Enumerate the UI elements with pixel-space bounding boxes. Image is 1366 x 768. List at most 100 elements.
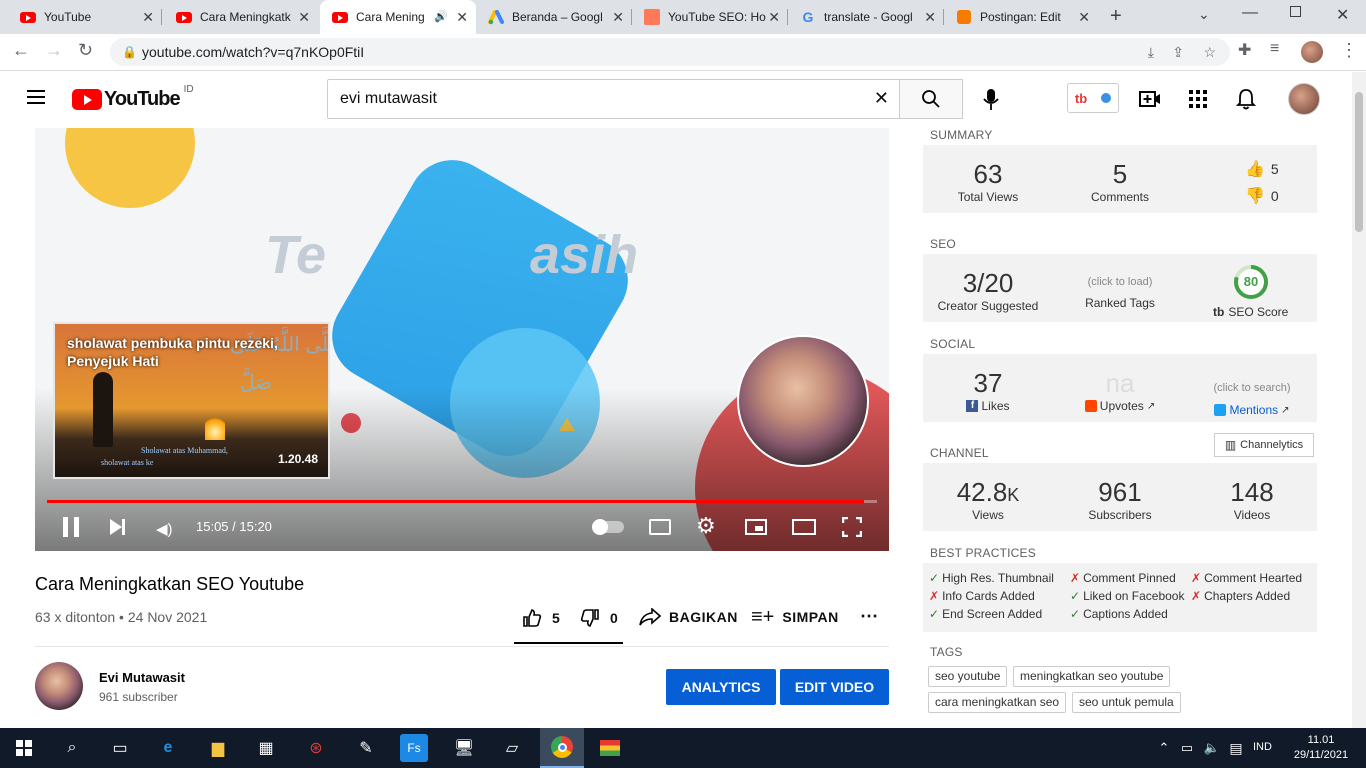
best-practice-label: Comment Pinned [1083, 571, 1176, 585]
minimize-icon[interactable]: — [1242, 4, 1258, 22]
browser-tab-translate[interactable]: G translate - Googl ✕ [788, 0, 944, 34]
account-avatar[interactable] [1288, 83, 1320, 115]
youtube-logo[interactable]: YouTube ID [72, 84, 194, 111]
reload-icon[interactable]: ↻ [78, 40, 93, 61]
app-icon-paint[interactable]: ✎ [352, 734, 380, 762]
close-tab-icon[interactable]: ✕ [768, 9, 780, 26]
page-scrollbar[interactable] [1352, 72, 1366, 728]
tab-search-icon[interactable]: ⌄ [1198, 6, 1210, 23]
autoplay-toggle[interactable] [592, 519, 624, 535]
browser-tab-blogger[interactable]: Postingan: Edit ✕ [944, 0, 1098, 34]
close-window-icon[interactable]: ✕ [1336, 5, 1349, 25]
tubebuddy-button[interactable]: tb [1067, 83, 1119, 113]
message-icon[interactable]: ▤ [1222, 734, 1250, 762]
settings-gear-icon[interactable]: ⚙ [696, 513, 716, 539]
check-icon: ✓ [929, 607, 940, 621]
clock[interactable]: 11.01 29/11/2021 [1290, 733, 1352, 763]
tag-chip[interactable]: cara meningkatkan seo [928, 692, 1067, 713]
voice-search-button[interactable] [975, 84, 1007, 116]
mentions-hint[interactable]: (click to search) [1187, 382, 1317, 394]
progress-bar[interactable] [47, 500, 877, 503]
mentions-label[interactable]: Mentions [1229, 403, 1278, 417]
total-views-value: 63 [973, 159, 1003, 189]
upvotes-stat[interactable]: na Upvotes ↗ [1055, 368, 1185, 413]
channel-avatar[interactable] [35, 662, 83, 710]
close-tab-icon[interactable]: ✕ [612, 9, 624, 26]
create-video-icon[interactable] [1139, 90, 1161, 108]
fullscreen-icon[interactable] [841, 516, 863, 538]
app-icon-stack[interactable] [596, 734, 624, 762]
app-icon-monitor[interactable]: 🖥 [450, 734, 478, 762]
close-tab-icon[interactable]: ✕ [924, 9, 936, 26]
browser-tab-cara-meningkatkan[interactable]: Cara Meningkatk ✕ [164, 0, 318, 34]
analytics-button[interactable]: ANALYTICS [666, 669, 776, 705]
close-tab-icon[interactable]: ✕ [1078, 9, 1090, 26]
app-icon-fs[interactable]: Fs [400, 734, 428, 762]
channelytics-button[interactable]: ▥ Channelytics [1214, 433, 1314, 457]
forward-icon[interactable]: → [45, 40, 63, 61]
maximize-icon[interactable] [1290, 6, 1301, 17]
browser-tab-youtube[interactable]: YouTube ✕ [8, 0, 162, 34]
profile-avatar[interactable] [1301, 41, 1323, 63]
file-explorer-icon[interactable]: ▆ [204, 734, 232, 762]
browser-tab-google-ads[interactable]: Beranda – Googl ✕ [476, 0, 632, 34]
share-arrow-icon [639, 608, 661, 626]
notifications-bell-icon[interactable] [1236, 88, 1256, 110]
more-actions-icon[interactable]: ⋯ [860, 606, 878, 627]
network-icon[interactable]: ▭ [1173, 734, 1201, 762]
install-icon[interactable]: ⤓ [1148, 38, 1154, 66]
end-screen-video-card[interactable]: صَلَّى اللَّهُ عَلَى صَلَّ sholawat pemb… [53, 322, 330, 479]
chrome-menu-icon[interactable]: ⋮ [1340, 40, 1358, 61]
scrollbar-thumb[interactable] [1355, 92, 1363, 232]
video-player[interactable]: Te asih صَلَّى اللَّهُ عَلَى صَلَّ shola… [35, 128, 889, 551]
clear-search-icon[interactable]: ✕ [874, 88, 889, 109]
back-icon[interactable]: ← [12, 40, 30, 61]
speaker-icon[interactable]: 🔊 [434, 10, 448, 23]
next-button[interactable] [110, 519, 125, 535]
end-screen-channel-avatar[interactable] [737, 335, 869, 467]
pause-button[interactable] [63, 517, 79, 537]
apps-grid-icon[interactable] [1189, 90, 1207, 108]
dislike-button[interactable]: 0 [580, 608, 618, 628]
close-tab-icon[interactable]: ✕ [142, 9, 154, 26]
search-box[interactable]: evi mutawasit ✕ [327, 79, 900, 119]
subtitles-icon[interactable] [649, 519, 671, 535]
share-icon[interactable]: ⇪ [1172, 38, 1184, 66]
store-icon[interactable]: ▦ [252, 734, 280, 762]
ranked-tags-stat[interactable]: (click to load) Ranked Tags [1055, 276, 1185, 310]
mentions-stat[interactable]: (click to search) Mentions ↗ [1187, 382, 1317, 417]
extensions-icon[interactable]: ✚ [1238, 40, 1251, 60]
save-button[interactable]: ≡+ SIMPAN [751, 607, 839, 627]
search-input[interactable]: evi mutawasit [340, 90, 437, 108]
media-control-icon[interactable]: ≡ [1270, 40, 1279, 58]
tag-chip[interactable]: meningkatkan seo youtube [1013, 666, 1171, 687]
chrome-taskbar-icon[interactable] [540, 728, 584, 768]
miniplayer-icon[interactable] [745, 519, 767, 535]
edit-video-button[interactable]: EDIT VIDEO [780, 669, 889, 705]
theater-mode-icon[interactable] [792, 519, 816, 535]
address-bar[interactable]: 🔒 youtube.com/watch?v=q7nKOp0FtiI ⤓ ⇪ ☆ [110, 38, 1230, 66]
browser-tab-active[interactable]: Cara Mening 🔊 ✕ [320, 0, 476, 34]
new-tab-icon[interactable]: + [1110, 5, 1122, 28]
close-tab-icon[interactable]: ✕ [298, 9, 310, 26]
tag-chip[interactable]: seo youtube [928, 666, 1008, 687]
edge-icon[interactable]: e [154, 734, 182, 762]
bookmark-star-icon[interactable]: ☆ [1203, 38, 1216, 66]
input-language[interactable]: IND [1253, 741, 1272, 753]
app-icon-red[interactable]: ⊛ [302, 734, 330, 762]
channel-name[interactable]: Evi Mutawasit [99, 670, 185, 685]
browser-tab-hubspot[interactable]: YouTube SEO: Ho ✕ [632, 0, 788, 34]
menu-icon[interactable] [27, 90, 45, 104]
check-icon: ✓ [1070, 589, 1081, 603]
task-view-icon[interactable]: ▭ [106, 734, 134, 762]
tag-chip[interactable]: seo untuk pemula [1072, 692, 1181, 713]
search-icon[interactable]: ⌕ [58, 734, 86, 762]
ranked-tags-hint[interactable]: (click to load) [1055, 276, 1185, 288]
like-button[interactable]: 5 [522, 608, 560, 628]
close-tab-icon[interactable]: ✕ [456, 9, 468, 26]
share-button[interactable]: BAGIKAN [639, 608, 738, 626]
volume-icon[interactable]: ◀) [156, 520, 173, 538]
windows-start-icon[interactable] [10, 734, 38, 762]
app-icon-notes[interactable]: ▱ [498, 734, 526, 762]
search-button[interactable] [899, 79, 963, 119]
